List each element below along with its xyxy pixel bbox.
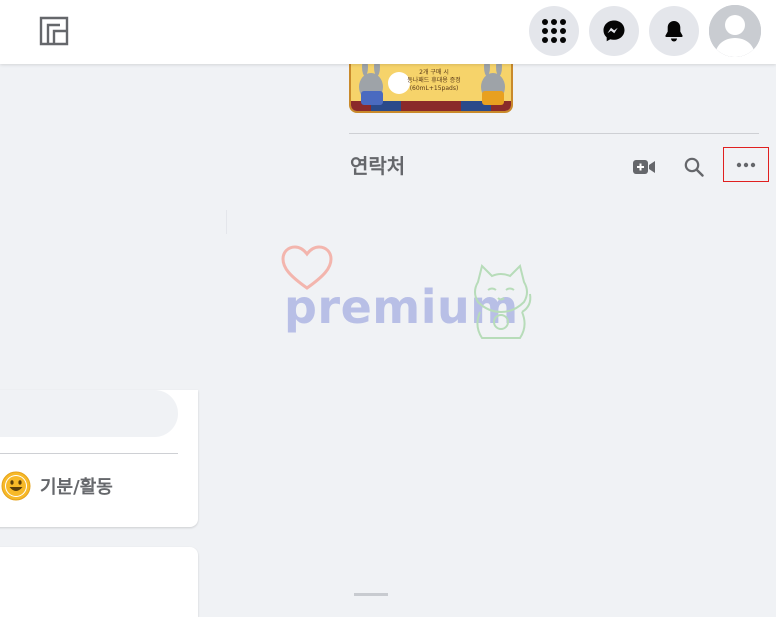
gaming-logo-icon[interactable] — [39, 16, 69, 46]
more-options-icon — [736, 162, 756, 167]
sponsored-ad-banner[interactable]: 2개 구매 시 동나패드 휴대용 증정 (60mL+15pads) — [349, 57, 513, 113]
contacts-heading: 연락처 — [350, 154, 406, 178]
ad-line: 동나패드 휴대용 증정 — [407, 77, 461, 84]
apps-menu-button[interactable] — [529, 6, 579, 56]
messenger-button[interactable] — [589, 6, 639, 56]
new-room-video-icon — [633, 160, 655, 174]
ad-line: 2개 구매 시 — [419, 69, 449, 76]
feeling-activity-label: 기분/활동 — [40, 477, 113, 498]
apps-grid-icon — [542, 19, 566, 43]
search-contacts-button[interactable] — [681, 154, 707, 180]
new-room-button[interactable] — [630, 154, 658, 180]
section-divider — [349, 133, 759, 134]
contacts-options-button[interactable] — [723, 147, 769, 182]
post-composer-card: 기분/활동 — [0, 390, 198, 527]
smiley-emoji-icon — [1, 471, 31, 501]
search-icon — [684, 157, 704, 177]
messenger-icon — [603, 20, 625, 42]
top-navigation-bar — [0, 0, 776, 64]
ad-copy: 2개 구매 시 동나패드 휴대용 증정 (60mL+15pads) — [405, 69, 463, 93]
whats-on-your-mind-input[interactable] — [0, 390, 178, 437]
notifications-bell-icon — [665, 21, 683, 42]
composer-divider — [0, 453, 178, 454]
ad-line: (60mL+15pads) — [409, 85, 459, 92]
next-feed-card — [0, 547, 198, 617]
notifications-button[interactable] — [649, 6, 699, 56]
faint-divider — [226, 210, 227, 234]
feeling-activity-button[interactable]: 기분/활동 — [0, 470, 113, 502]
lucky-cat-watermark-icon — [466, 262, 536, 346]
avatar-silhouette-icon — [709, 5, 761, 57]
profile-avatar[interactable] — [709, 5, 761, 57]
